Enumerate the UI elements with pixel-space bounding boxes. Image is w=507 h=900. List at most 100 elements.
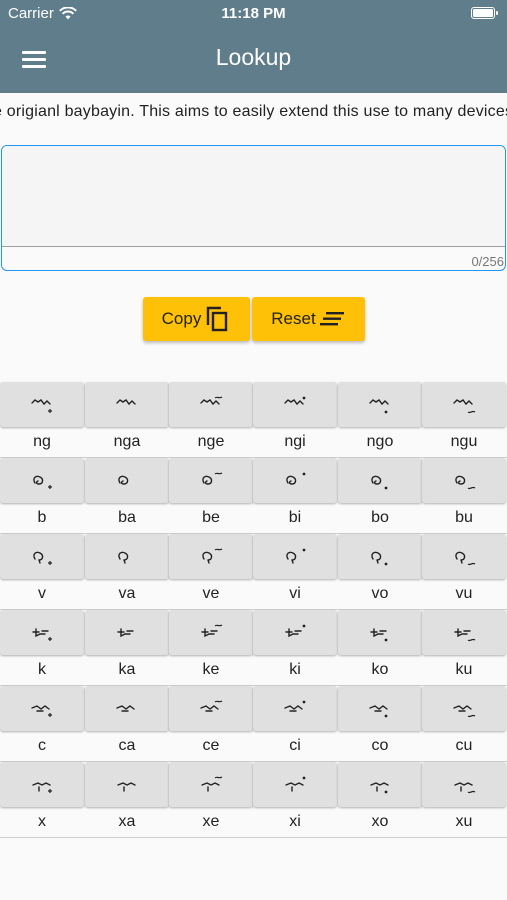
baybayin-glyph-icon	[202, 471, 223, 485]
baybayin-key-vo[interactable]	[338, 534, 422, 579]
reset-button-label: Reset	[271, 309, 316, 328]
key-label: co	[371, 737, 389, 754]
transliteration-input[interactable]	[2, 146, 505, 246]
baybayin-key-ba[interactable]	[85, 458, 169, 503]
keyboard-cell: ng	[0, 382, 84, 457]
baybayin-key-be[interactable]	[169, 458, 253, 503]
baybayin-glyph-icon	[202, 547, 223, 564]
key-label: vu	[455, 585, 473, 602]
key-label: ke	[202, 661, 220, 678]
baybayin-glyph-icon	[455, 551, 476, 565]
keyboard-cell: vu	[422, 534, 506, 609]
baybayin-key-va[interactable]	[85, 534, 169, 579]
baybayin-key-ke[interactable]	[169, 610, 253, 655]
keyboard-cell: xe	[169, 762, 253, 837]
baybayin-key-nga[interactable]	[85, 382, 169, 427]
baybayin-glyph-icon	[370, 781, 389, 793]
key-label: ki	[289, 661, 301, 678]
baybayin-key-x[interactable]	[0, 762, 84, 807]
baybayin-key-xi[interactable]	[253, 762, 337, 807]
baybayin-key-ci[interactable]	[253, 686, 337, 731]
baybayin-key-bu[interactable]	[422, 458, 506, 503]
baybayin-key-ko[interactable]	[338, 610, 422, 655]
key-label: ci	[289, 737, 301, 754]
baybayin-glyph-icon	[371, 551, 388, 565]
key-label: nge	[197, 433, 225, 450]
reset-button[interactable]: Reset	[252, 297, 365, 341]
keyboard-cell: nge	[169, 382, 253, 457]
baybayin-key-vi[interactable]	[253, 534, 337, 579]
baybayin-key-c[interactable]	[0, 686, 84, 731]
key-label: bo	[371, 509, 389, 526]
key-label: ve	[202, 585, 220, 602]
key-label: bi	[288, 509, 302, 526]
baybayin-glyph-icon	[117, 627, 134, 637]
baybayin-key-b[interactable]	[0, 458, 84, 503]
clear-all-icon	[319, 312, 344, 326]
baybayin-key-ki[interactable]	[253, 610, 337, 655]
transliteration-input-field[interactable]: 0/256	[1, 145, 506, 271]
keyboard-cell: c	[0, 686, 84, 761]
keyboard-cell: xo	[338, 762, 422, 837]
key-label: k	[38, 661, 46, 678]
baybayin-key-ca[interactable]	[85, 686, 169, 731]
baybayin-key-bo[interactable]	[338, 458, 422, 503]
copy-icon	[207, 306, 228, 332]
baybayin-key-ce[interactable]	[169, 686, 253, 731]
key-label: ku	[455, 661, 473, 678]
baybayin-key-xu[interactable]	[422, 762, 506, 807]
key-label: xi	[289, 813, 301, 830]
baybayin-key-xo[interactable]	[338, 762, 422, 807]
baybayin-key-ng[interactable]	[0, 382, 84, 427]
key-label: xu	[455, 813, 473, 830]
keyboard-cell: ngu	[422, 382, 506, 457]
baybayin-key-co[interactable]	[338, 686, 422, 731]
baybayin-key-nge[interactable]	[169, 382, 253, 427]
baybayin-glyph-icon	[118, 551, 129, 564]
baybayin-glyph-icon	[32, 627, 52, 641]
baybayin-glyph-icon	[200, 699, 223, 712]
input-underline	[2, 246, 505, 247]
keyboard-cell: ba	[85, 458, 169, 533]
key-label: ka	[118, 661, 136, 678]
key-label: vo	[371, 585, 389, 602]
baybayin-key-ku[interactable]	[422, 610, 506, 655]
baybayin-key-xa[interactable]	[85, 762, 169, 807]
character-counter: 0/256	[471, 254, 504, 269]
key-label: be	[202, 509, 220, 526]
baybayin-glyph-icon	[116, 704, 135, 712]
keyboard-cell: co	[338, 686, 422, 761]
key-label: c	[38, 737, 46, 754]
baybayin-key-bi[interactable]	[253, 458, 337, 503]
copy-button[interactable]: Copy	[143, 297, 250, 341]
baybayin-key-ve[interactable]	[169, 534, 253, 579]
keyboard-cell: nga	[85, 382, 169, 457]
keyboard-cell: k	[0, 610, 84, 685]
baybayin-key-k[interactable]	[0, 610, 84, 655]
keyboard-cell: v	[0, 534, 84, 609]
baybayin-key-vu[interactable]	[422, 534, 506, 579]
keyboard-cell: ko	[338, 610, 422, 685]
keyboard-cell: ngo	[338, 382, 422, 457]
key-label: vi	[289, 585, 301, 602]
baybayin-key-ka[interactable]	[85, 610, 169, 655]
keyboard-cell: ngi	[253, 382, 337, 457]
baybayin-key-cu[interactable]	[422, 686, 506, 731]
keyboard-row: k ka ke ki ko ku	[0, 610, 507, 686]
keyboard-cell: ve	[169, 534, 253, 609]
status-time: 11:18 PM	[221, 5, 286, 22]
baybayin-key-ngi[interactable]	[253, 382, 337, 427]
baybayin-key-ngu[interactable]	[422, 382, 506, 427]
baybayin-key-xe[interactable]	[169, 762, 253, 807]
baybayin-glyph-icon	[118, 475, 129, 485]
baybayin-key-ngo[interactable]	[338, 382, 422, 427]
keyboard-row: b ba be bi bo bu	[0, 458, 507, 534]
baybayin-glyph-icon	[371, 475, 388, 489]
baybayin-glyph-icon	[200, 395, 223, 405]
key-label: xa	[118, 813, 136, 830]
baybayin-key-v[interactable]	[0, 534, 84, 579]
baybayin-glyph-icon	[453, 704, 476, 717]
baybayin-glyph-icon	[455, 475, 476, 489]
baybayin-glyph-icon	[32, 781, 52, 793]
baybayin-glyph-icon	[284, 396, 306, 405]
